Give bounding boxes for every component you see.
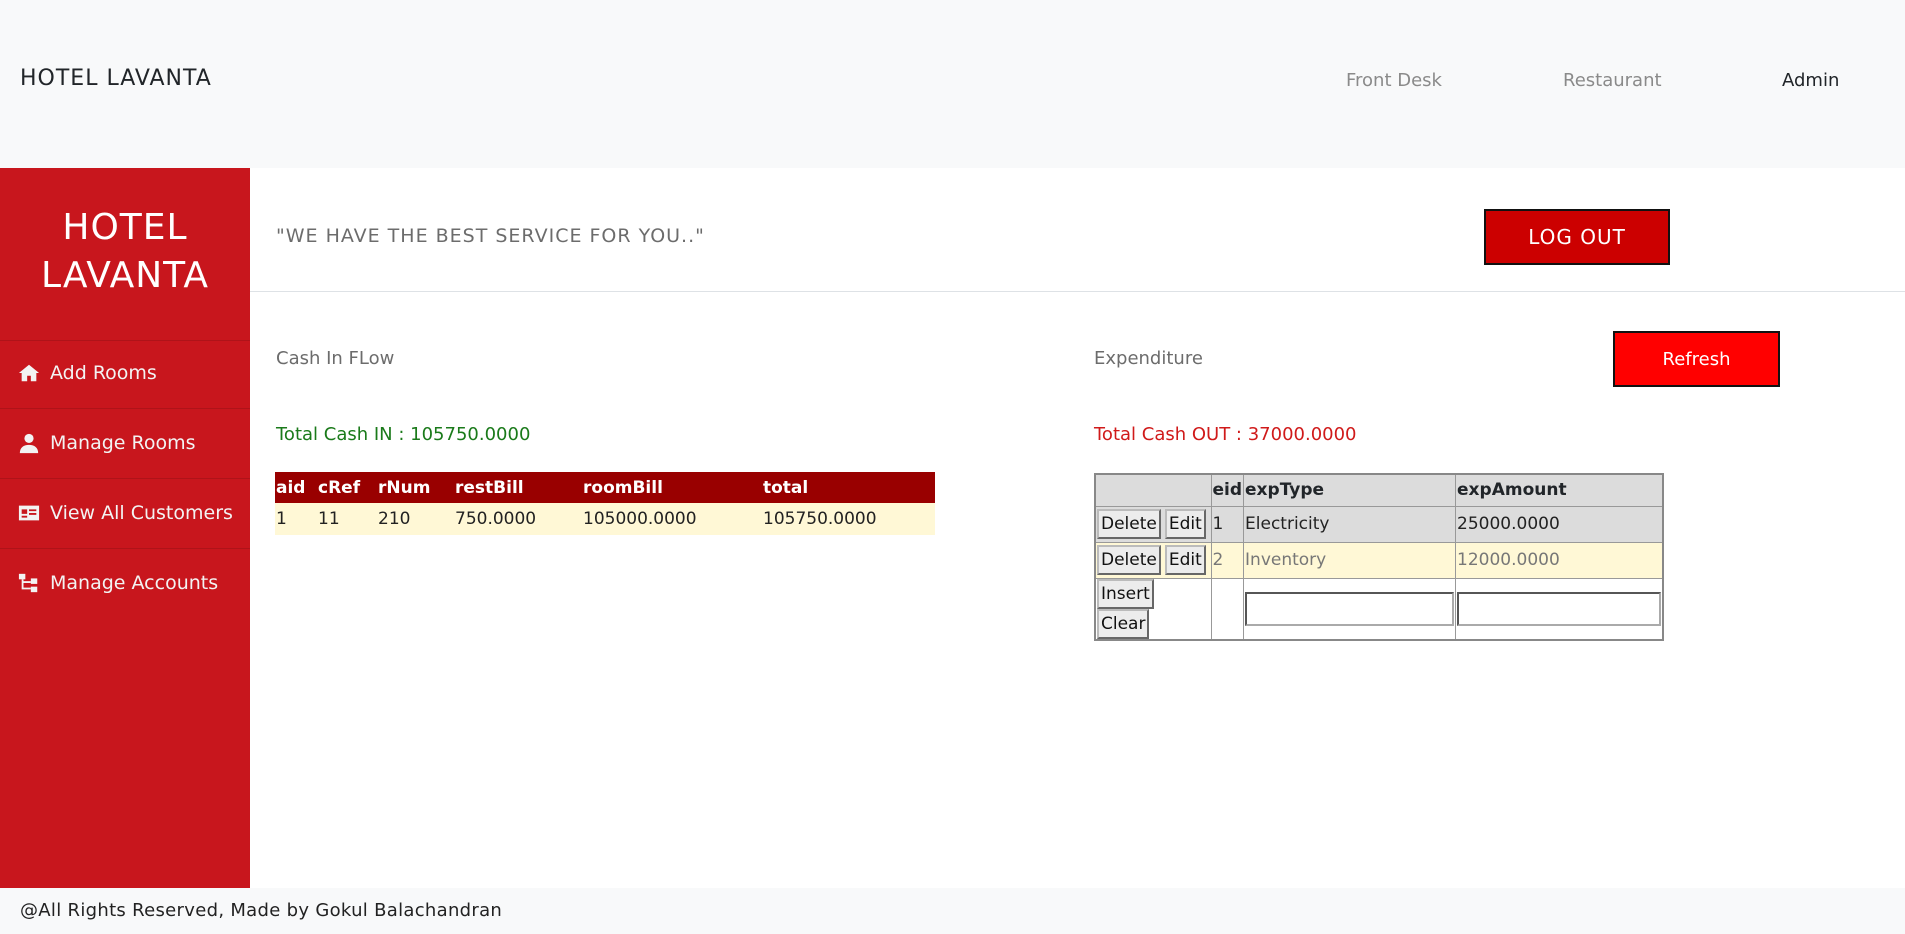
refresh-button[interactable]: Refresh: [1613, 331, 1780, 387]
main-header: "WE HAVE THE BEST SERVICE FOR YOU.." LOG…: [250, 168, 1905, 292]
cell-expamount-input: [1455, 577, 1664, 640]
sidebar-brand-line2: LAVANTA: [41, 255, 209, 296]
table-row: 1 11 210 750.0000 105000.0000 105750.000…: [275, 503, 935, 535]
sitemap-icon: [18, 573, 38, 593]
column-header: rNum: [377, 472, 454, 503]
cell-roombill: 105000.0000: [582, 503, 762, 535]
delete-button[interactable]: Delete: [1097, 545, 1161, 575]
sidebar-brand: HOTEL LAVANTA: [0, 204, 250, 300]
cell-eid: 1: [1210, 505, 1245, 543]
user-icon: [19, 433, 39, 454]
sidebar-item-label: Manage Accounts: [50, 572, 219, 594]
top-navbar: HOTEL LAVANTA Front Desk Restaurant Admi…: [0, 0, 1905, 168]
column-header: cRef: [317, 472, 377, 503]
total-cash-out: Total Cash OUT : 37000.0000: [1094, 424, 1357, 445]
expenditure-label: Expenditure: [1094, 348, 1203, 369]
sidebar-divider: [0, 478, 250, 479]
column-header: restBill: [454, 472, 582, 503]
cash-in-flow-label: Cash In FLow: [276, 348, 395, 369]
column-header: expType: [1243, 473, 1457, 507]
id-card-icon: [18, 505, 40, 521]
exptype-input[interactable]: [1245, 591, 1455, 626]
column-header-actions: [1094, 473, 1212, 507]
sidebar-item-manage-accounts[interactable]: Manage Accounts: [18, 568, 218, 598]
table-row: Delete Edit 2 Inventory 12000.0000: [1094, 541, 1664, 579]
cell-total: 105750.0000: [762, 503, 935, 535]
nav-link-admin[interactable]: Admin: [1782, 70, 1839, 91]
sidebar-item-manage-rooms[interactable]: Manage Rooms: [18, 428, 196, 458]
edit-button[interactable]: Edit: [1164, 545, 1206, 575]
table-row: Delete Edit 1 Electricity 25000.0000: [1094, 505, 1664, 543]
sidebar-divider: [0, 548, 250, 549]
cash-in-table: aid cRef rNum restBill roomBill total 1 …: [275, 472, 935, 535]
column-header: total: [762, 472, 935, 503]
nav-link-front-desk[interactable]: Front Desk: [1346, 70, 1442, 91]
sidebar-item-view-all-customers[interactable]: View All Customers: [18, 498, 233, 528]
sidebar-divider: [0, 408, 250, 409]
insert-row: InsertClear: [1094, 577, 1664, 640]
column-header: expAmount: [1455, 473, 1664, 507]
expamount-input[interactable]: [1457, 591, 1661, 626]
tagline: "WE HAVE THE BEST SERVICE FOR YOU..": [276, 225, 705, 247]
sidebar-brand-line1: HOTEL: [62, 207, 188, 248]
edit-button[interactable]: Edit: [1164, 509, 1206, 539]
footer: @All Rights Reserved, Made by Gokul Bala…: [0, 888, 1905, 934]
home-icon: [18, 364, 40, 382]
total-cash-in: Total Cash IN : 105750.0000: [276, 424, 531, 445]
cell-eid-empty: [1210, 577, 1245, 640]
sidebar-item-label: View All Customers: [50, 502, 233, 524]
sidebar-item-label: Add Rooms: [50, 362, 157, 384]
footer-text: @All Rights Reserved, Made by Gokul Bala…: [20, 900, 503, 921]
cell-eid: 2: [1210, 541, 1245, 579]
actions-cell: InsertClear: [1094, 577, 1212, 640]
actions-cell: Delete Edit: [1094, 505, 1212, 543]
sidebar: HOTEL LAVANTA Add Rooms Manage Rooms Vie…: [0, 168, 250, 888]
column-header: aid: [275, 472, 317, 503]
cell-expamount: 25000.0000: [1455, 505, 1664, 543]
delete-button[interactable]: Delete: [1097, 509, 1161, 539]
cell-rnum: 210: [377, 503, 454, 535]
clear-button[interactable]: Clear: [1097, 608, 1150, 639]
sidebar-divider: [0, 340, 250, 341]
column-header: eid: [1210, 473, 1245, 507]
insert-button[interactable]: Insert: [1097, 578, 1154, 609]
logout-button[interactable]: LOG OUT: [1484, 209, 1670, 265]
actions-cell: Delete Edit: [1094, 541, 1212, 579]
expenditure-table: eid expType expAmount Delete Edit 1 Elect…: [1094, 473, 1664, 641]
cell-exptype: Electricity: [1243, 505, 1457, 543]
column-header: roomBill: [582, 472, 762, 503]
sidebar-item-add-rooms[interactable]: Add Rooms: [18, 358, 157, 388]
cell-restbill: 750.0000: [454, 503, 582, 535]
cell-cref: 11: [317, 503, 377, 535]
sidebar-item-label: Manage Rooms: [50, 432, 196, 454]
table-header-row: eid expType expAmount: [1094, 473, 1664, 507]
cell-aid: 1: [275, 503, 317, 535]
cell-exptype-input: [1243, 577, 1457, 640]
navbar-brand[interactable]: HOTEL LAVANTA: [20, 66, 212, 91]
nav-link-restaurant[interactable]: Restaurant: [1563, 70, 1662, 91]
cell-exptype: Inventory: [1243, 541, 1457, 579]
cell-expamount: 12000.0000: [1455, 541, 1664, 579]
table-header-row: aid cRef rNum restBill roomBill total: [275, 472, 935, 503]
